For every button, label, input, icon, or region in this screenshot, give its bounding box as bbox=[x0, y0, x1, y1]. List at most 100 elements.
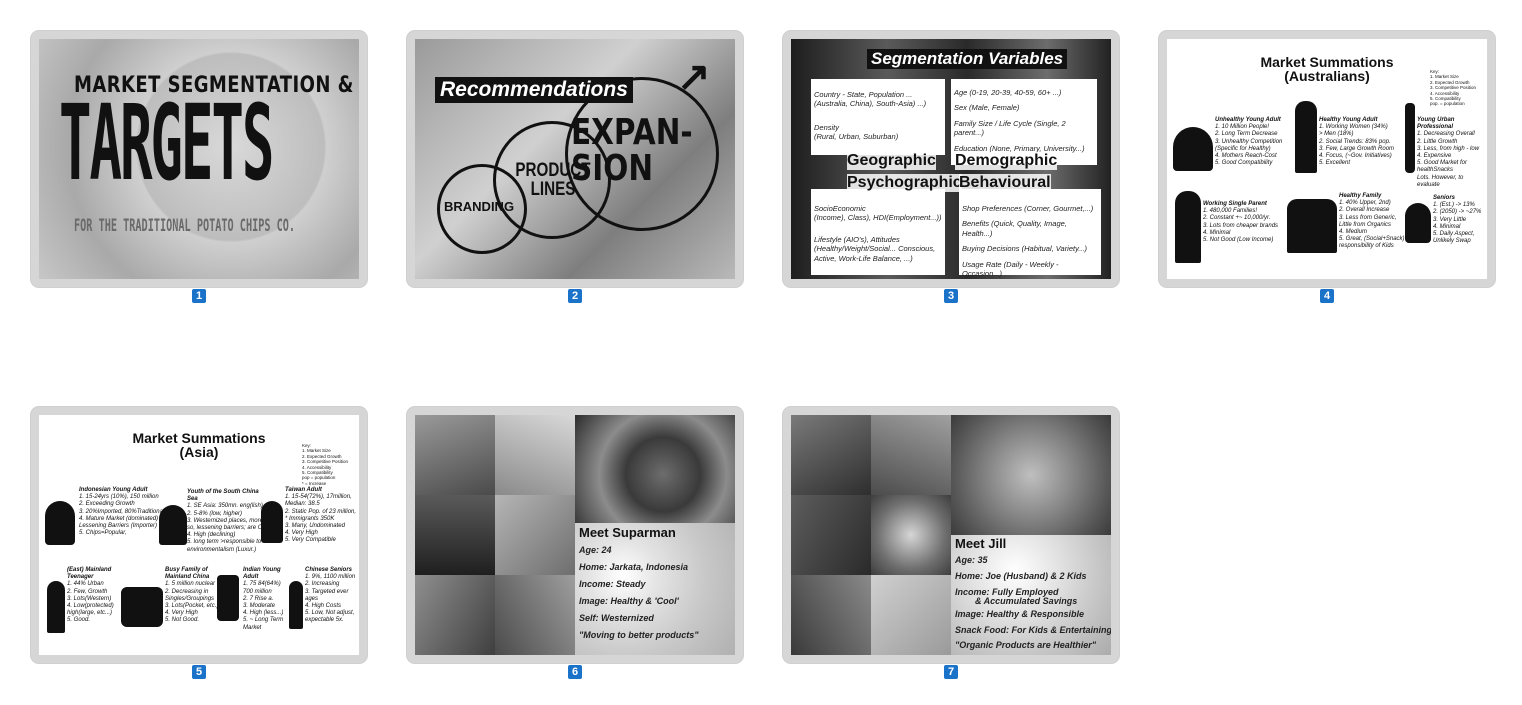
slide-6-canvas: Meet Suparman Age: 24 Home: Jarkata, Ind… bbox=[415, 415, 735, 655]
demo-line: Age (0-19, 20-39, 40-59, 60+ ...) bbox=[954, 88, 1062, 97]
slide-number-badge-2[interactable]: 2 bbox=[568, 289, 582, 303]
persona-home: Home: Joe (Husband) & 2 Kids bbox=[955, 571, 1087, 581]
concert-photo bbox=[415, 495, 495, 575]
slide-5-title-line1: Market Summations bbox=[132, 430, 266, 446]
slide-number-badge-3[interactable]: 3 bbox=[944, 289, 958, 303]
geo-line: (Australia, China), South-Asia) ...) bbox=[814, 99, 927, 109]
slide-4-title: Market Summations (Australians) bbox=[1227, 55, 1427, 83]
unhealthy-young-adult-avatar bbox=[1173, 127, 1213, 171]
psy-line: (Healthy/Weight/Social... Conscious, bbox=[814, 244, 936, 254]
beh-line: Usage Rate (Daily - Weekly - Occasion...… bbox=[962, 259, 1059, 278]
slide-2-canvas: ↗ Recommendations BRANDING PRODUCT LINES… bbox=[415, 39, 735, 279]
slide-thumbnail-4[interactable]: Market Summations (Australians) Key: 1. M… bbox=[1159, 31, 1495, 287]
expansion-label: EXPAN-SION bbox=[571, 112, 693, 189]
slide-3-canvas: Segmentation Variables Country - State, … bbox=[791, 39, 1111, 279]
persona-quote: "Moving to better products" bbox=[579, 630, 699, 640]
slide-thumbnail-7[interactable]: Meet Jill Age: 35 Home: Joe (Husband) & … bbox=[783, 407, 1119, 663]
slide-thumbnail-5[interactable]: Market Summations (Asia) Key: 1. Market S… bbox=[31, 407, 367, 663]
persona-age: Age: 24 bbox=[579, 545, 612, 555]
slide-5-canvas: Market Summations (Asia) Key: 1. Market S… bbox=[39, 415, 359, 655]
geographic-box: Country - State, Population ... (Austral… bbox=[811, 79, 945, 155]
segment-indonesian-young-adult: Indonesian Young Adult 1. 15-24yrs (10%)… bbox=[79, 487, 165, 537]
segment-unhealthy-young-adult: Unhealthy Young Adult 1. 10 Million Peop… bbox=[1215, 117, 1283, 167]
slide-number-badge-5[interactable]: 5 bbox=[192, 665, 206, 679]
slide-1-big-title: TARGETS bbox=[59, 82, 274, 204]
psy-line: (Income), Class), HDI(Employment...)) bbox=[814, 213, 942, 223]
psy-line: Active, Work-Life Balance, ...) bbox=[814, 253, 913, 263]
indonesian-young-adult-avatar bbox=[45, 501, 75, 545]
healthy-family-avatar bbox=[1287, 199, 1337, 253]
legend-key: Key: 1. Market Size 2. Expected Growth 3. C… bbox=[1430, 69, 1477, 107]
slide-number-badge-7[interactable]: 7 bbox=[944, 665, 958, 679]
piggy-bank-photo bbox=[871, 495, 951, 575]
persona-image: Image: Healthy & 'Cool' bbox=[579, 596, 679, 606]
taiwan-adult-avatar bbox=[261, 501, 283, 543]
segment-indian-young-adult: Indian Young Adult 1. 75 84(64%) 700 mill… bbox=[243, 567, 284, 631]
cartoon-photo bbox=[495, 415, 575, 495]
geo-line: Country - State, Population ... bbox=[814, 90, 913, 99]
young-urban-professional-avatar bbox=[1405, 103, 1415, 173]
portrait-photo bbox=[951, 415, 1111, 535]
slide-thumbnail-3[interactable]: Segmentation Variables Country - State, … bbox=[783, 31, 1119, 287]
psy-line: Lifestyle (AIO's), Attitudes bbox=[814, 234, 900, 244]
slide-5-title: Market Summations (Asia) bbox=[99, 431, 299, 459]
persona-name: Meet Jill bbox=[955, 536, 1007, 551]
slide-1-subtitle: FOR THE TRADITIONAL POTATO CHIPS CO. bbox=[74, 216, 296, 236]
segment-seniors: Seniors 1. (Est.) -> 13% 2. (2050) -> ~27… bbox=[1433, 195, 1482, 245]
portrait-photo bbox=[575, 415, 735, 523]
psychographic-box: SocioEconomic (Income), Class), HDI(Empl… bbox=[811, 189, 945, 275]
healthy-young-adult-avatar bbox=[1295, 101, 1317, 173]
nuts-photo bbox=[871, 575, 951, 655]
segment-busy-family: Busy Family of Mainland China 1. 5 milli… bbox=[165, 567, 219, 624]
persona-self: Self: Westernized bbox=[579, 613, 654, 623]
persona-quote: "Organic Products are Healthier" bbox=[955, 640, 1097, 650]
street-photo bbox=[495, 575, 575, 655]
geo-line: Density bbox=[814, 122, 840, 132]
slide-4-title-line1: Market Summations bbox=[1260, 54, 1394, 70]
mainland-teenager-avatar bbox=[47, 581, 65, 633]
segment-south-china-sea-youth: Youth of the South China Sea 1. SE Asia:… bbox=[187, 489, 265, 553]
segment-taiwan-adult: Taiwan Adult 1. 15-54(72%), 17million, Me… bbox=[285, 487, 357, 544]
slide-thumbnail-2[interactable]: ↗ Recommendations BRANDING PRODUCT LINES… bbox=[407, 31, 743, 287]
slide-number-badge-4[interactable]: 4 bbox=[1320, 289, 1334, 303]
slide-number-badge-6[interactable]: 6 bbox=[568, 665, 582, 679]
working-single-parent-avatar bbox=[1175, 191, 1201, 263]
segment-chinese-seniors: Chinese Seniors 1. 9%, 1100 million 2. In… bbox=[305, 567, 356, 624]
persona-income-savings: & Accumulated Savings bbox=[975, 596, 1078, 606]
segment-young-urban-professional: Young Urban Professional 1. Decreasing O… bbox=[1417, 117, 1480, 188]
demo-line: Sex (Male, Female) bbox=[954, 103, 1020, 113]
segment-healthy-young-adult: Healthy Young Adult 1. Working Women (34… bbox=[1319, 117, 1395, 167]
slide-number-badge-1[interactable]: 1 bbox=[192, 289, 206, 303]
geo-line: (Rural, Urban, Suburban) bbox=[814, 132, 899, 142]
slide-thumbnail-1[interactable]: MARKET SEGMENTATION & TARGETS FOR THE TR… bbox=[31, 31, 367, 287]
slide-2-title: Recommendations bbox=[435, 77, 633, 103]
busy-family-avatar bbox=[121, 587, 163, 627]
chinese-seniors-avatar bbox=[289, 581, 303, 629]
slide-4-title-line2: (Australians) bbox=[1284, 68, 1370, 84]
salad-photo bbox=[791, 495, 871, 575]
persona-income: Income: Steady bbox=[579, 579, 646, 589]
persona-snack: Snack Food: For Kids & Entertaining bbox=[955, 625, 1111, 635]
chips-photo bbox=[495, 495, 575, 575]
indian-young-adult-avatar bbox=[217, 575, 239, 621]
south-china-sea-youth-avatar bbox=[159, 505, 187, 545]
geographic-label: Geographic bbox=[847, 152, 936, 170]
segment-working-single-parent: Working Single Parent 1. 480,000 Familie… bbox=[1203, 201, 1279, 243]
branding-label: BRANDING bbox=[444, 199, 515, 214]
beh-line: Buying Decisions (Habitual, Variety...) bbox=[962, 244, 1088, 254]
legend-key: Key: 1. Market Size 2. Expected Growth 3. C… bbox=[302, 443, 349, 486]
demographic-label: Demographic bbox=[955, 152, 1058, 170]
persona-home: Home: Jarkata, Indonesia bbox=[579, 562, 689, 572]
arrow-icon: ↗ bbox=[677, 55, 711, 99]
slide-thumbnail-6[interactable]: Meet Suparman Age: 24 Home: Jarkata, Ind… bbox=[407, 407, 743, 663]
persona-name: Meet Suparman bbox=[579, 525, 676, 540]
persona-age: Age: 35 bbox=[955, 555, 988, 565]
slide-3-title: Segmentation Variables bbox=[867, 49, 1068, 69]
beh-line: Shop Preferences (Corner, Gourmet,...) bbox=[962, 204, 1094, 213]
demo-line: Family Size / Life Cycle (Single, 2 pare… bbox=[954, 118, 1066, 138]
persona-image: Image: Healthy & Responsible bbox=[955, 609, 1085, 619]
beh-line: Benefits (Quick, Quality, Image, Health.… bbox=[962, 219, 1067, 238]
segment-healthy-family: Healthy Family 1. 40% Upper, 2nd) 2. Over… bbox=[1339, 193, 1405, 250]
slide-7-canvas: Meet Jill Age: 35 Home: Joe (Husband) & … bbox=[791, 415, 1111, 655]
slide-1-canvas: MARKET SEGMENTATION & TARGETS FOR THE TR… bbox=[39, 39, 359, 279]
